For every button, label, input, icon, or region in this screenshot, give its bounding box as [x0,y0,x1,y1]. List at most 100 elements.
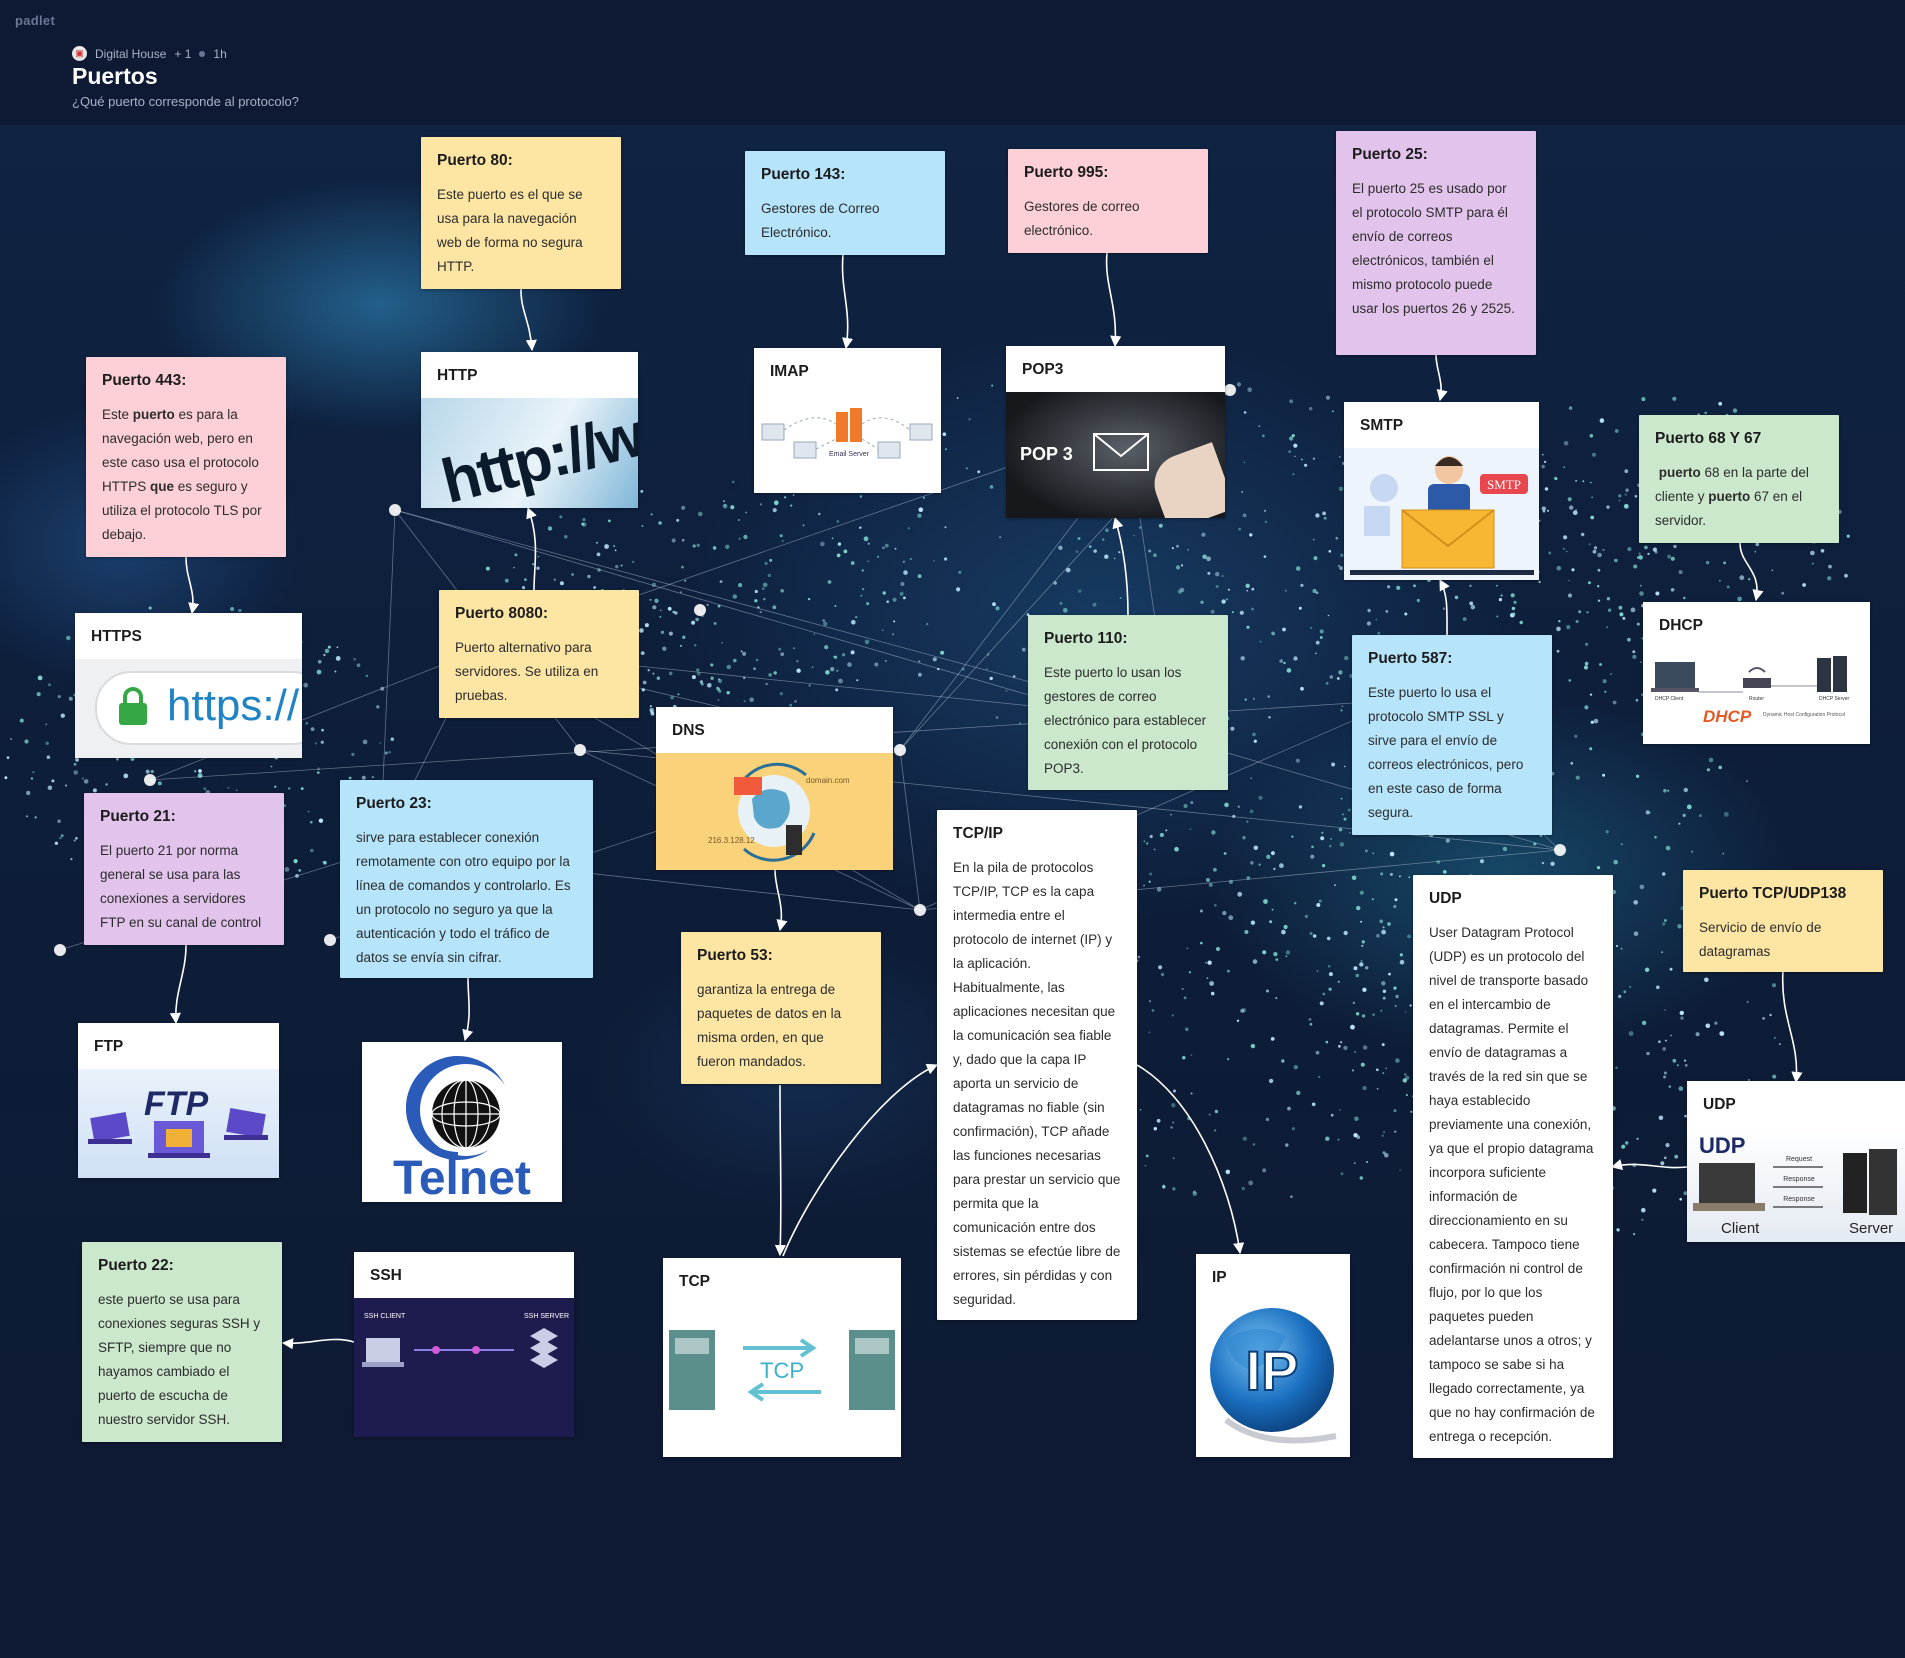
card-title: Puerto 143: [761,166,846,183]
card-body: este puerto se usa para conexiones segur… [98,1292,261,1427]
card-udp[interactable]: UDP UDP Request Response Response Client… [1687,1081,1905,1242]
card-puerto-53[interactable]: Puerto 53: garantiza la entrega de paque… [681,932,881,1084]
card-puerto-995[interactable]: Puerto 995: Gestores de correo electróni… [1008,149,1208,253]
svg-text:Server: Server [1849,1220,1893,1237]
https-image: https:// [75,659,302,758]
card-body: garantiza la entrega de paquetes de dato… [697,982,842,1069]
svg-text:Response: Response [1783,1196,1815,1203]
card-body: Este puerto es para la navegación web, p… [102,407,262,542]
svg-text:Response: Response [1783,1176,1815,1183]
dns-diagram: domain.com 216.3.128.12 [656,753,893,870]
card-body: sirve para establecer conexión remotamen… [356,830,571,965]
card-title: FTP [94,1038,124,1055]
card-puerto-68-67[interactable]: Puerto 68 Y 67 puerto 68 en la parte del… [1639,415,1839,543]
card-puerto-110[interactable]: Puerto 110: Este puerto lo usan los gest… [1028,615,1228,790]
svg-text:Request: Request [1786,1156,1812,1163]
card-puerto-8080[interactable]: Puerto 8080: Puerto alternativo para ser… [439,590,639,718]
card-title: UDP [1703,1096,1736,1113]
card-body: Este puerto lo usan los gestores de corr… [1044,665,1207,776]
card-body: El puerto 21 por norma general se usa pa… [100,843,262,930]
card-tcp[interactable]: TCP TCP [663,1258,901,1457]
card-ftp[interactable]: FTP FTP [78,1023,279,1178]
post-meta: ▣ Digital House + 1 1h [72,46,227,61]
card-smtp[interactable]: SMTP SMTP [1344,402,1539,580]
card-pop3[interactable]: POP3 POP 3 [1006,346,1225,518]
svg-text:SMTP: SMTP [1487,477,1521,492]
card-ssh[interactable]: SSH SSH CLIENT SSH SERVER [354,1252,574,1437]
svg-text:domain.com: domain.com [806,776,850,785]
card-title: HTTP [437,367,478,384]
card-title: Puerto 995: [1024,164,1109,181]
svg-text:DHCP Server: DHCP Server [1819,696,1850,702]
padlet-logo[interactable]: padlet [15,13,55,28]
card-title: Puerto 53: [697,947,773,964]
page-title: Puertos [72,63,158,89]
card-title: DNS [672,722,705,739]
author-avatar[interactable]: ▣ [72,46,87,61]
dhcp-diagram: DHCP Client Router DHCP Server DHCP Dyna… [1643,648,1870,744]
card-puerto-138[interactable]: Puerto TCP/UDP138 Servicio de envío de d… [1683,870,1883,972]
card-body: Este puerto es el que se usa para la nav… [437,187,583,274]
svg-text:Router: Router [1749,696,1764,702]
pop3-image: POP 3 [1006,392,1225,518]
card-puerto-587[interactable]: Puerto 587: Este puerto lo usa el protoc… [1352,635,1552,835]
card-title: UDP [1429,890,1462,907]
card-puerto-25[interactable]: Puerto 25: El puerto 25 es usado por el … [1336,131,1536,355]
card-dns[interactable]: DNS domain.com 216.3.128.12 [656,707,893,870]
card-title: HTTPS [91,628,142,645]
card-https[interactable]: HTTPS https:// [75,613,302,758]
http-image: http://www [421,398,638,508]
svg-text:SSH CLIENT: SSH CLIENT [364,1313,406,1320]
card-title: Puerto 68 Y 67 [1655,430,1762,447]
tcp-diagram: TCP [663,1304,901,1457]
card-http[interactable]: HTTP http://www [421,352,638,508]
card-title: SMTP [1360,417,1404,434]
card-body: Gestores de Correo Electrónico. [761,201,880,240]
card-tcp-ip[interactable]: TCP/IP En la pila de protocolos TCP/IP, … [937,810,1137,1320]
card-udp-text[interactable]: UDP User Datagram Protocol (UDP) es un p… [1413,875,1613,1458]
svg-text:Email Server: Email Server [829,451,870,458]
author-name[interactable]: Digital House [95,47,166,61]
telnet-logo: Telnet [362,1042,562,1202]
svg-text:DHCP Client: DHCP Client [1655,696,1684,702]
svg-text:FTP: FTP [144,1085,209,1123]
svg-text:UDP: UDP [1699,1133,1745,1158]
imap-diagram: Email Server [754,394,941,493]
card-title: Puerto 25: [1352,146,1428,163]
card-title: POP3 [1022,361,1064,378]
card-title: IMAP [770,363,809,380]
page-subtitle: ¿Qué puerto corresponde al protocolo? [72,94,299,109]
card-body: Servicio de envío de datagramas [1699,920,1822,959]
card-imap[interactable]: IMAP Email Server [754,348,941,493]
svg-text:SSH SERVER: SSH SERVER [524,1313,569,1320]
card-body: Este puerto lo usa el protocolo SMTP SSL… [1368,685,1524,820]
card-body: Puerto alternativo para servidores. Se u… [455,640,599,703]
card-title: Puerto 587: [1368,650,1453,667]
contributors-count: + 1 [174,46,192,61]
card-puerto-80[interactable]: Puerto 80: Este puerto es el que se usa … [421,137,621,289]
svg-text:TCP: TCP [760,1358,804,1383]
svg-text:IP: IP [1246,1339,1299,1402]
card-telnet[interactable]: Telnet [362,1042,562,1202]
card-dhcp[interactable]: DHCP DHCP Client Router DHCP Server DHCP… [1643,602,1870,744]
card-ip[interactable]: IP IP [1196,1254,1350,1457]
card-title: Puerto 80: [437,152,513,169]
ip-globe-icon: IP [1196,1300,1350,1457]
card-body: puerto 68 en la parte del cliente y puer… [1655,465,1809,528]
card-title: SSH [370,1267,402,1284]
card-puerto-143[interactable]: Puerto 143: Gestores de Correo Electróni… [745,151,945,255]
card-title: TCP [679,1273,710,1290]
card-body: User Datagram Protocol (UDP) es un proto… [1429,925,1595,1444]
card-puerto-23[interactable]: Puerto 23: sirve para establecer conexió… [340,780,593,978]
card-title: Puerto 110: [1044,630,1128,647]
card-puerto-22[interactable]: Puerto 22: este puerto se usa para conex… [82,1242,282,1442]
card-title: Puerto 23: [356,795,432,812]
card-body: El puerto 25 es usado por el protocolo S… [1352,181,1515,316]
card-puerto-443[interactable]: Puerto 443: Este puerto es para la naveg… [86,357,286,557]
card-puerto-21[interactable]: Puerto 21: El puerto 21 por norma genera… [84,793,284,945]
card-title: Puerto 443: [102,372,187,389]
card-title: TCP/IP [953,825,1003,842]
timestamp: 1h [213,46,227,61]
card-body: En la pila de protocolos TCP/IP, TCP es … [953,860,1121,1307]
udp-diagram: UDP Request Response Response Client Ser… [1687,1127,1905,1242]
